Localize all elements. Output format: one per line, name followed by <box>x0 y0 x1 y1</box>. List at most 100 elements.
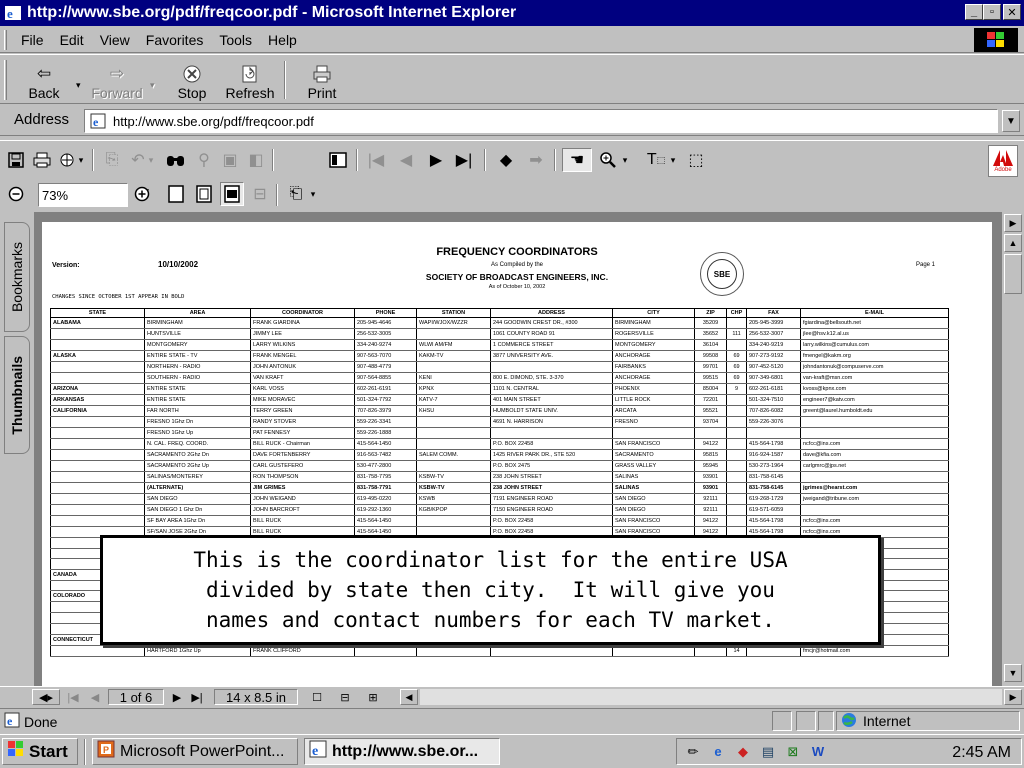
thumbnails-tab[interactable]: Thumbnails <box>4 336 30 454</box>
find-icon[interactable] <box>164 148 188 172</box>
address-input[interactable]: e http://www.sbe.org/pdf/freqcoor.pdf <box>84 109 998 133</box>
last-page-icon[interactable]: ▶| <box>452 148 476 172</box>
menu-help[interactable]: Help <box>260 32 305 48</box>
last-page-icon[interactable]: ▶| <box>190 689 204 705</box>
print-button[interactable]: Print <box>302 59 342 101</box>
toolbar-grip[interactable] <box>4 60 7 100</box>
continuous-facing-icon[interactable]: ⊞ <box>362 689 384 705</box>
scroll-right-icon[interactable]: ▶ <box>1004 214 1022 232</box>
task-internet-explorer[interactable]: e http://www.sbe.or... <box>304 738 500 765</box>
previous-page-icon[interactable]: ◀ <box>88 689 102 705</box>
printer-icon <box>312 63 332 85</box>
toolbar-grip[interactable] <box>4 29 7 50</box>
start-button[interactable]: Start <box>2 738 78 765</box>
table-cell: SALINAS/MONTEREY <box>144 471 251 483</box>
fit-visible-icon[interactable]: ⊟ <box>248 182 272 206</box>
continuous-icon[interactable]: ⊟ <box>334 689 356 705</box>
menu-view[interactable]: View <box>92 32 138 48</box>
menu-edit[interactable]: Edit <box>52 32 92 48</box>
tray-outlook-icon[interactable]: ▤ <box>758 743 778 761</box>
next-page-icon[interactable]: ▶ <box>170 689 184 705</box>
table-row: SACRAMENTO 2Ghz Dn DAVE FORTENBERRY 916-56… <box>50 449 949 461</box>
previous-page-icon[interactable]: ◀ <box>394 148 418 172</box>
rotate-dropdown-icon[interactable]: ▾ <box>308 182 318 206</box>
menu-file[interactable]: File <box>13 32 52 48</box>
table-cell: SALINAS <box>612 471 695 483</box>
menu-tools[interactable]: Tools <box>211 32 260 48</box>
tray-word-icon[interactable]: W <box>808 743 828 761</box>
zoom-out-icon[interactable] <box>4 182 28 206</box>
rotate-pages-icon[interactable]: ◧ <box>244 148 268 172</box>
table-cell: ANCHORAGE <box>612 372 695 384</box>
forward-dropdown-icon[interactable]: ▾ <box>150 80 155 91</box>
zoom-tool-dropdown-icon[interactable]: ▾ <box>620 148 630 172</box>
table-cell: SAN FRANCISCO <box>612 438 695 450</box>
table-cell: 69 <box>726 361 747 373</box>
vertical-scrollbar[interactable]: ▶ ▲ ▼ <box>1002 212 1024 686</box>
minimize-icon[interactable]: _ <box>965 4 983 20</box>
back-dropdown-icon[interactable]: ▾ <box>76 80 81 91</box>
table-cell: BIRMINGHAM <box>144 317 251 329</box>
crop-pages-icon[interactable]: ▣ <box>218 148 242 172</box>
horizontal-scrollbar[interactable] <box>420 689 1002 705</box>
table-cell <box>50 339 145 351</box>
print-icon[interactable] <box>30 148 54 172</box>
bookmarks-tab[interactable]: Bookmarks <box>4 222 30 332</box>
address-dropdown-icon[interactable]: ▼ <box>1002 110 1020 132</box>
save-icon[interactable] <box>4 148 28 172</box>
fit-width-icon[interactable] <box>220 182 244 206</box>
show-navigation-pane-icon[interactable] <box>326 148 350 172</box>
table-cell: 85004 <box>694 383 727 395</box>
graphics-select-tool-icon[interactable]: ⬚ <box>684 148 708 172</box>
single-page-icon[interactable]: ☐ <box>306 689 328 705</box>
refresh-button[interactable]: Refresh <box>222 59 278 101</box>
text-select-dropdown-icon[interactable]: ▾ <box>668 148 678 172</box>
email-dropdown-icon[interactable]: ▾ <box>76 148 86 172</box>
window-title-bar[interactable]: e http://www.sbe.org/pdf/freqcoor.pdf - … <box>0 0 1024 26</box>
first-page-icon[interactable]: |◀ <box>364 148 388 172</box>
undo-dropdown-icon[interactable]: ▾ <box>146 148 156 172</box>
back-button[interactable]: ⇦ Back <box>20 59 68 101</box>
search-icon[interactable]: ⚲ <box>192 148 216 172</box>
adobe-logo-icon[interactable]: Adobe <box>988 145 1018 177</box>
scroll-thumb[interactable] <box>1004 254 1022 294</box>
security-zone[interactable]: Internet <box>836 711 1020 731</box>
tray-tool-icon[interactable]: ✏ <box>683 743 703 761</box>
go-back-icon[interactable]: ◆ <box>494 148 518 172</box>
fit-page-icon[interactable] <box>192 182 216 206</box>
next-page-icon[interactable]: ▶ <box>424 148 448 172</box>
table-cell <box>50 416 145 428</box>
hand-tool-icon[interactable]: ☚ <box>562 148 592 172</box>
zoom-in-tool-icon[interactable] <box>596 148 620 172</box>
actual-size-icon[interactable] <box>164 182 188 206</box>
scroll-down-icon[interactable]: ▼ <box>1004 664 1022 682</box>
scroll-left-icon[interactable]: ◀ <box>400 689 418 705</box>
zoom-in-icon[interactable] <box>130 182 154 206</box>
tray-excel-icon[interactable]: ⊠ <box>783 743 803 761</box>
task-powerpoint[interactable]: P Microsoft PowerPoint... <box>92 738 298 765</box>
tray-media-icon[interactable]: ◆ <box>733 743 753 761</box>
stop-button[interactable]: Stop <box>170 59 214 101</box>
scroll-up-icon[interactable]: ▲ <box>1004 234 1022 252</box>
go-forward-icon[interactable]: ➡ <box>524 148 548 172</box>
status-text: Done <box>24 713 58 730</box>
table-cell <box>726 493 747 505</box>
forward-button[interactable]: ⇨ Forward <box>88 59 146 101</box>
table-cell: ALABAMA <box>50 317 145 329</box>
maximize-icon[interactable]: ▫ <box>983 4 1001 20</box>
table-cell: 244 GOODWIN CREST DR., #300 <box>490 317 613 329</box>
text-select-tool-icon[interactable]: T ⬚ <box>644 148 668 172</box>
tray-ie-icon[interactable]: e <box>708 743 728 761</box>
table-cell: 99515 <box>694 372 727 384</box>
menu-favorites[interactable]: Favorites <box>138 32 212 48</box>
scroll-right-icon[interactable]: ▶ <box>1004 689 1022 705</box>
page-indicator[interactable]: 1 of 6 <box>108 689 164 705</box>
table-cell: 69 <box>726 372 747 384</box>
rotate-view-icon[interactable]: ⎗ <box>284 182 308 206</box>
zoom-level-input[interactable]: 73% ▼ <box>38 183 151 207</box>
first-page-icon[interactable]: |◀ <box>66 689 80 705</box>
table-cell <box>726 438 747 450</box>
split-toggle-icon[interactable]: ◀▸ <box>32 689 60 705</box>
close-icon[interactable]: ✕ <box>1003 4 1021 20</box>
copy-icon[interactable]: ⎘ <box>100 148 124 172</box>
